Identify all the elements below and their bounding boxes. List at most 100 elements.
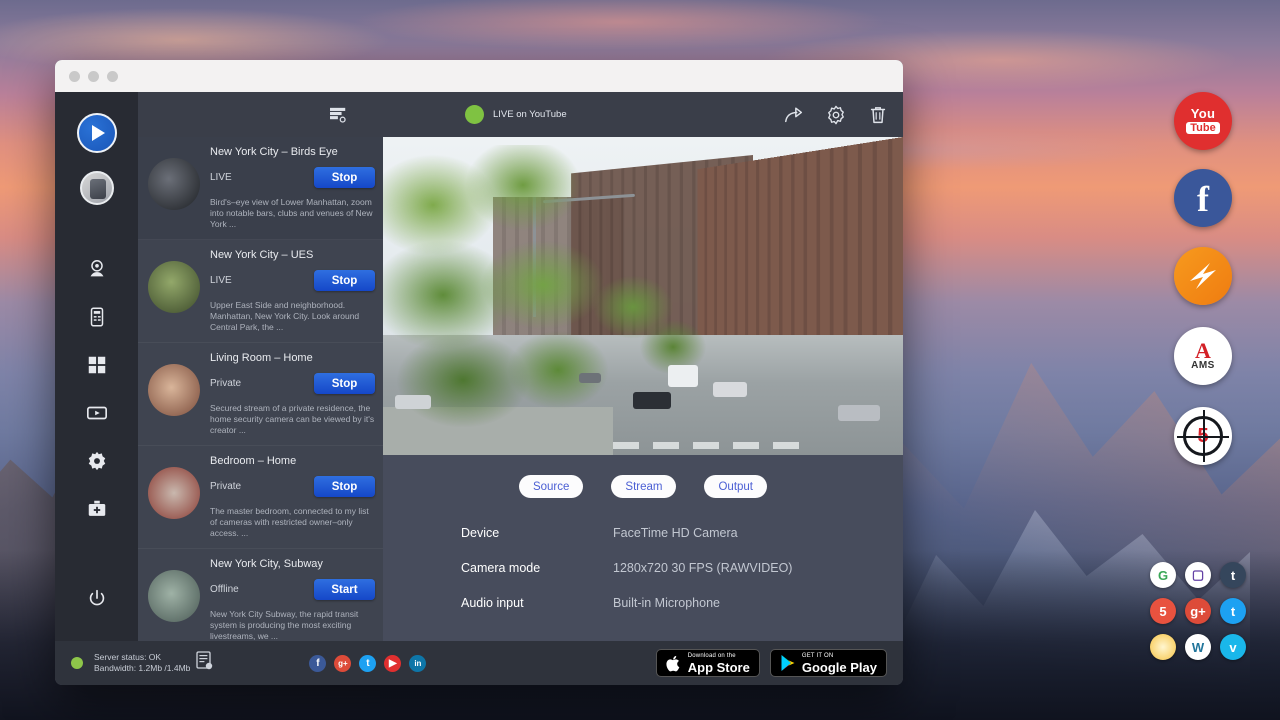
glow-icon[interactable]: [1150, 634, 1176, 660]
camera-description: Upper East Side and neighborhood. Manhat…: [210, 300, 375, 333]
twitter-glyph: t: [1231, 604, 1235, 619]
wowza-service-icon[interactable]: [1174, 247, 1232, 305]
car: [579, 373, 601, 383]
app-store-small-label: Download on the: [688, 653, 750, 659]
camera-details: New York City – Birds EyeLIVEStopBird's–…: [210, 146, 375, 230]
camera-action-button[interactable]: Start: [314, 579, 375, 600]
info-row: Camera mode1280x720 30 FPS (RAWVIDEO): [461, 561, 903, 575]
camera-details: Living Room – HomePrivateStopSecured str…: [210, 352, 375, 436]
apple-icon: [666, 654, 682, 673]
toolbar-actions: [783, 104, 889, 126]
google-plus-icon[interactable]: g+: [1185, 598, 1211, 624]
linkedin-icon[interactable]: in: [409, 655, 426, 672]
camera-action-button[interactable]: Stop: [314, 270, 375, 291]
livestream-five-service-icon[interactable]: 5: [1174, 407, 1232, 465]
camera-action-button[interactable]: Stop: [314, 476, 375, 497]
window-maximize-button[interactable]: [107, 71, 118, 82]
sidebar-item-dashboard[interactable]: [77, 345, 117, 385]
wordpress-icon[interactable]: W: [1185, 634, 1211, 660]
list-topbar: [138, 92, 383, 137]
settings-tabs: Source Stream Output: [383, 455, 903, 498]
crosswalk-stripe: [613, 442, 639, 449]
camera-status-row: PrivateStop: [210, 476, 375, 497]
status-bar: Server status: OK Bandwidth: 1.2Mb /1.4M…: [55, 641, 903, 685]
app-store-big-label: App Store: [688, 661, 750, 674]
delete-trash-icon[interactable]: [867, 104, 889, 126]
video-preview[interactable]: [383, 137, 903, 455]
camera-action-button[interactable]: Stop: [314, 167, 375, 188]
list-view-icon[interactable]: [328, 104, 350, 126]
info-key: Camera mode: [461, 561, 613, 575]
camera-list-item[interactable]: Living Room – HomePrivateStopSecured str…: [138, 343, 383, 446]
camera-list-item[interactable]: New York City – Birds EyeLIVEStopBird's–…: [138, 137, 383, 240]
gaming-icon[interactable]: G: [1150, 562, 1176, 588]
live-status: LIVE on YouTube: [465, 105, 567, 124]
twitter-icon[interactable]: t: [1220, 598, 1246, 624]
camera-thumbnail: [148, 467, 200, 519]
vimeo-icon[interactable]: v: [1220, 634, 1246, 660]
settings-gear-icon[interactable]: [825, 104, 847, 126]
app-store-badge[interactable]: Download on the App Store: [656, 649, 760, 677]
camera-details: New York City – UES LIVEStop Upper East Si…: [210, 249, 375, 333]
window-close-button[interactable]: [69, 71, 80, 82]
info-key: Audio input: [461, 596, 613, 610]
list-lines-icon: [328, 104, 350, 126]
camera-status-row: LIVEStop: [210, 270, 375, 291]
camera-title: New York City – UES: [210, 249, 375, 261]
app-store-badges: Download on the App Store GET IT ON G: [656, 649, 887, 677]
vimeo-glyph: v: [1229, 640, 1236, 655]
tab-stream[interactable]: Stream: [611, 475, 676, 498]
crosswalk-stripe: [773, 442, 799, 449]
sidebar-item-power[interactable]: [77, 579, 117, 619]
sidebar-item-addons[interactable]: [77, 489, 117, 529]
youtube-tube-text: Tube: [1186, 122, 1219, 134]
main-toolbar: LIVE on YouTube: [383, 92, 903, 137]
log-document-icon[interactable]: [196, 651, 213, 675]
camera-thumbnail: [148, 364, 200, 416]
tumblr-icon[interactable]: t: [1220, 562, 1246, 588]
tab-output[interactable]: Output: [704, 475, 767, 498]
twitter-icon[interactable]: t: [359, 655, 376, 672]
google-plus-icon[interactable]: g+: [334, 655, 351, 672]
bandwidth-line: Bandwidth: 1.2Mb /1.4Mb: [94, 663, 190, 674]
camera-thumbnail: [148, 158, 200, 210]
truck: [668, 365, 698, 387]
grid-icon: [86, 354, 108, 376]
sidebar-item-broadcast[interactable]: [77, 393, 117, 433]
camera-list-item[interactable]: New York City – UES LIVEStop Upper East Si…: [138, 240, 383, 343]
facebook-icon[interactable]: f: [309, 655, 326, 672]
camera-list-item[interactable]: New York City, SubwayOfflineStartNew Yor…: [138, 549, 383, 641]
adobe-ams-service-icon[interactable]: A AMS: [1174, 327, 1232, 385]
adobe-ams-label: AMS: [1191, 360, 1215, 371]
camera-list-item[interactable]: Bedroom – HomePrivateStopThe master bedr…: [138, 446, 383, 549]
twitch-icon[interactable]: ▢: [1185, 562, 1211, 588]
sidebar-item-settings[interactable]: [77, 441, 117, 481]
share-icon[interactable]: [783, 104, 805, 126]
camera-thumbnail: [148, 570, 200, 622]
gear-icon: [825, 104, 847, 126]
camera-description: Bird's–eye view of Lower Manhattan, zoom…: [210, 197, 375, 230]
camera-status-row: PrivateStop: [210, 373, 375, 394]
webcam-icon: [86, 258, 108, 280]
camera-action-button[interactable]: Stop: [314, 373, 375, 394]
play-triangle-icon: [92, 125, 105, 141]
live-status-label: LIVE on YouTube: [493, 109, 567, 120]
info-value: 1280x720 30 FPS (RAWVIDEO): [613, 561, 792, 575]
sidebar-item-devices[interactable]: [77, 297, 117, 337]
youtube-service-icon[interactable]: You Tube: [1174, 92, 1232, 150]
tab-source[interactable]: Source: [519, 475, 583, 498]
facebook-service-icon[interactable]: f: [1174, 169, 1232, 227]
app-logo-icon[interactable]: [77, 113, 117, 153]
sidebar-rail: [55, 92, 138, 641]
window-minimize-button[interactable]: [88, 71, 99, 82]
google-play-badge[interactable]: GET IT ON Google Play: [770, 649, 887, 677]
info-key: Device: [461, 526, 613, 540]
sidebar-item-cameras[interactable]: [77, 249, 117, 289]
window-titlebar: [55, 60, 903, 92]
power-icon: [86, 588, 108, 610]
user-avatar[interactable]: [80, 171, 114, 205]
crosswalk-stripe: [733, 442, 759, 449]
youtube-icon[interactable]: ▶: [384, 655, 401, 672]
livestream-icon[interactable]: 5: [1150, 598, 1176, 624]
camera-details: New York City, SubwayOfflineStartNew Yor…: [210, 558, 375, 641]
